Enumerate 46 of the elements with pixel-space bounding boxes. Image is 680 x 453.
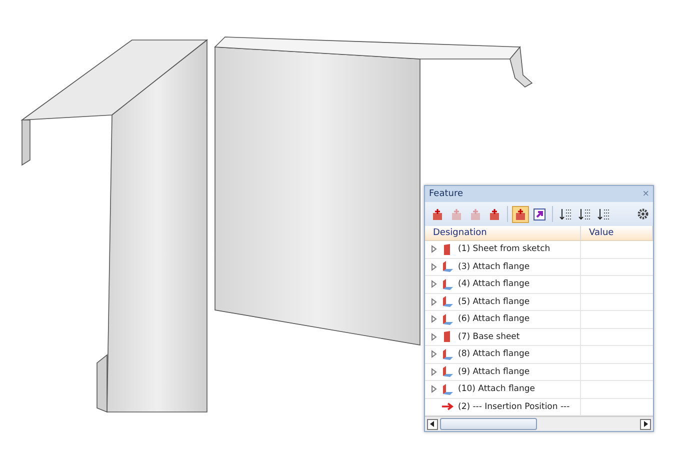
sort-list-icon <box>578 208 591 221</box>
feature-name[interactable]: (2) --- Insertion Position --- <box>458 402 570 412</box>
expand-arrow-icon[interactable] <box>431 332 437 341</box>
feature-name[interactable]: (7) Base sheet <box>458 332 520 342</box>
feature-name[interactable]: (4) Attach flange <box>458 279 530 290</box>
flange-icon <box>441 295 454 308</box>
feature-name[interactable]: (8) Attach flange <box>458 349 530 360</box>
flange-icon <box>441 348 454 361</box>
expand-arrow-icon[interactable] <box>431 262 437 271</box>
horizontal-scrollbar[interactable] <box>425 416 653 431</box>
column-header[interactable]: Designation <box>425 226 581 240</box>
sheet-add-icon <box>469 208 482 221</box>
feature-name[interactable]: (9) Attach flange <box>458 366 530 377</box>
sheet-add-icon <box>514 208 527 221</box>
expand-arrow-icon[interactable] <box>431 385 437 394</box>
sheet-add-icon <box>488 208 501 221</box>
expand-arrow-icon[interactable] <box>431 368 437 376</box>
expand-arrow-icon[interactable] <box>431 298 437 306</box>
panel-title: Feature <box>429 189 464 200</box>
feature-name[interactable]: (6) Attach flange <box>458 314 530 324</box>
toolbar-button[interactable] <box>531 206 548 223</box>
sheet-add-icon <box>450 208 463 221</box>
feature-name[interactable]: (1) Sheet from sketch <box>458 244 550 254</box>
settings-icon[interactable] <box>637 208 649 220</box>
flange-icon <box>441 365 454 378</box>
expand-arrow-icon[interactable] <box>431 350 437 358</box>
column-header[interactable]: Value <box>581 226 653 240</box>
expand-arrow-icon[interactable] <box>431 315 437 324</box>
left-arrow-icon <box>430 421 435 427</box>
scroll-right-button[interactable] <box>640 418 651 430</box>
flange-icon <box>441 312 454 326</box>
feature-name[interactable]: (5) Attach flange <box>458 296 530 307</box>
flange-icon <box>441 382 454 396</box>
arrow-box-icon <box>533 208 546 221</box>
flange-icon <box>441 278 454 291</box>
feature-name[interactable]: (3) Attach flange <box>458 262 530 272</box>
sort-list-icon <box>597 208 610 221</box>
feature-name[interactable]: (10) Attach flange <box>458 384 536 394</box>
scroll-thumb[interactable] <box>440 418 537 430</box>
right-arrow-icon <box>643 421 648 427</box>
flange-icon <box>441 260 454 274</box>
scroll-left-button[interactable] <box>427 418 438 430</box>
expand-arrow-icon[interactable] <box>431 280 437 288</box>
sort-list-icon <box>559 208 572 221</box>
expand-arrow-icon[interactable] <box>431 245 437 254</box>
sheet-add-icon <box>431 208 444 221</box>
